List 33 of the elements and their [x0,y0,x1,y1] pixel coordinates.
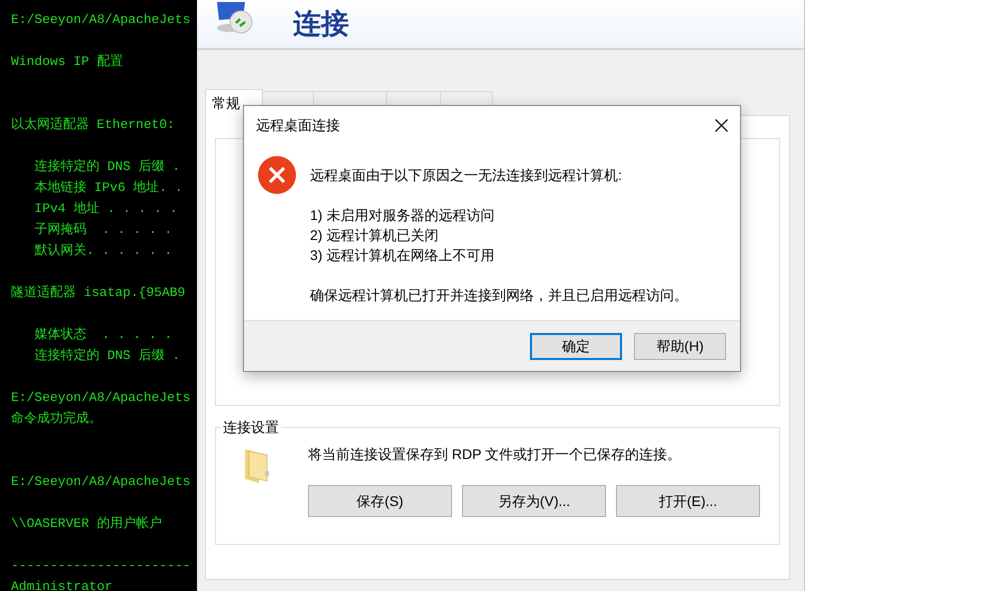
terminal-line: 连接特定的 DNS 后缀 . [33,158,180,176]
reason-text: 1) 未启用对服务器的远程访问 [310,206,496,225]
terminal-line: 默认网关. . . . . . [33,242,172,260]
terminal-line: E:/Seeyon/A8/ApacheJets [11,389,190,407]
terminal-line: 连接特定的 DNS 后缀 . [33,347,180,365]
terminal-line: E:/Seeyon/A8/ApacheJets [11,473,190,491]
dialog-title: 远程桌面连接 [256,116,340,134]
dialog-button[interactable]: 另存为(V)... [462,485,606,517]
dialog-button[interactable]: 确定 [530,332,622,360]
reason-text: 3) 远程计算机在网络上不可用 [310,246,496,265]
terminal-line: 子网掩码 . . . . . [33,221,172,239]
terminal-line: Administrator [11,578,112,591]
advice-text: 确保远程计算机已打开并连接到网络，并且已启用远程访问。 [310,286,688,305]
terminal-line: 本地链接 IPv6 地址. . [33,179,183,197]
terminal-line: 媒体状态 . . . . . [33,326,172,344]
terminal-line: ----------------------- [11,557,190,575]
terminal-line: 隧道适配器 isatap.{95AB9 [11,284,186,302]
reason-text: 2) 远程计算机已关闭 [310,226,440,245]
header-title: 连接 [293,10,349,38]
terminal-line: Windows IP 配置 [11,53,123,71]
terminal-line: 以太网适配器 Ethernet0: [11,116,175,134]
dialog-button[interactable]: 打开(E)... [616,485,760,517]
close-icon[interactable] [715,118,728,132]
error-message: 远程桌面由于以下原因之一无法连接到远程计算机: [310,166,623,185]
dialog-button[interactable]: 帮助(H) [634,332,726,360]
error-icon [257,155,297,195]
description-text: 将当前连接设置保存到 RDP 文件或打开一个已保存的连接。 [308,445,682,464]
terminal-line: IPv4 地址 . . . . . [33,200,178,218]
dialog-button[interactable]: 保存(S) [308,485,452,517]
terminal-line: \\OASERVER 的用户帐户 [11,515,162,533]
terminal-line: 命令成功完成。 [11,410,102,428]
terminal-line: E:/Seeyon/A8/ApacheJets [11,11,190,29]
group-title: 连接设置 [221,418,281,436]
